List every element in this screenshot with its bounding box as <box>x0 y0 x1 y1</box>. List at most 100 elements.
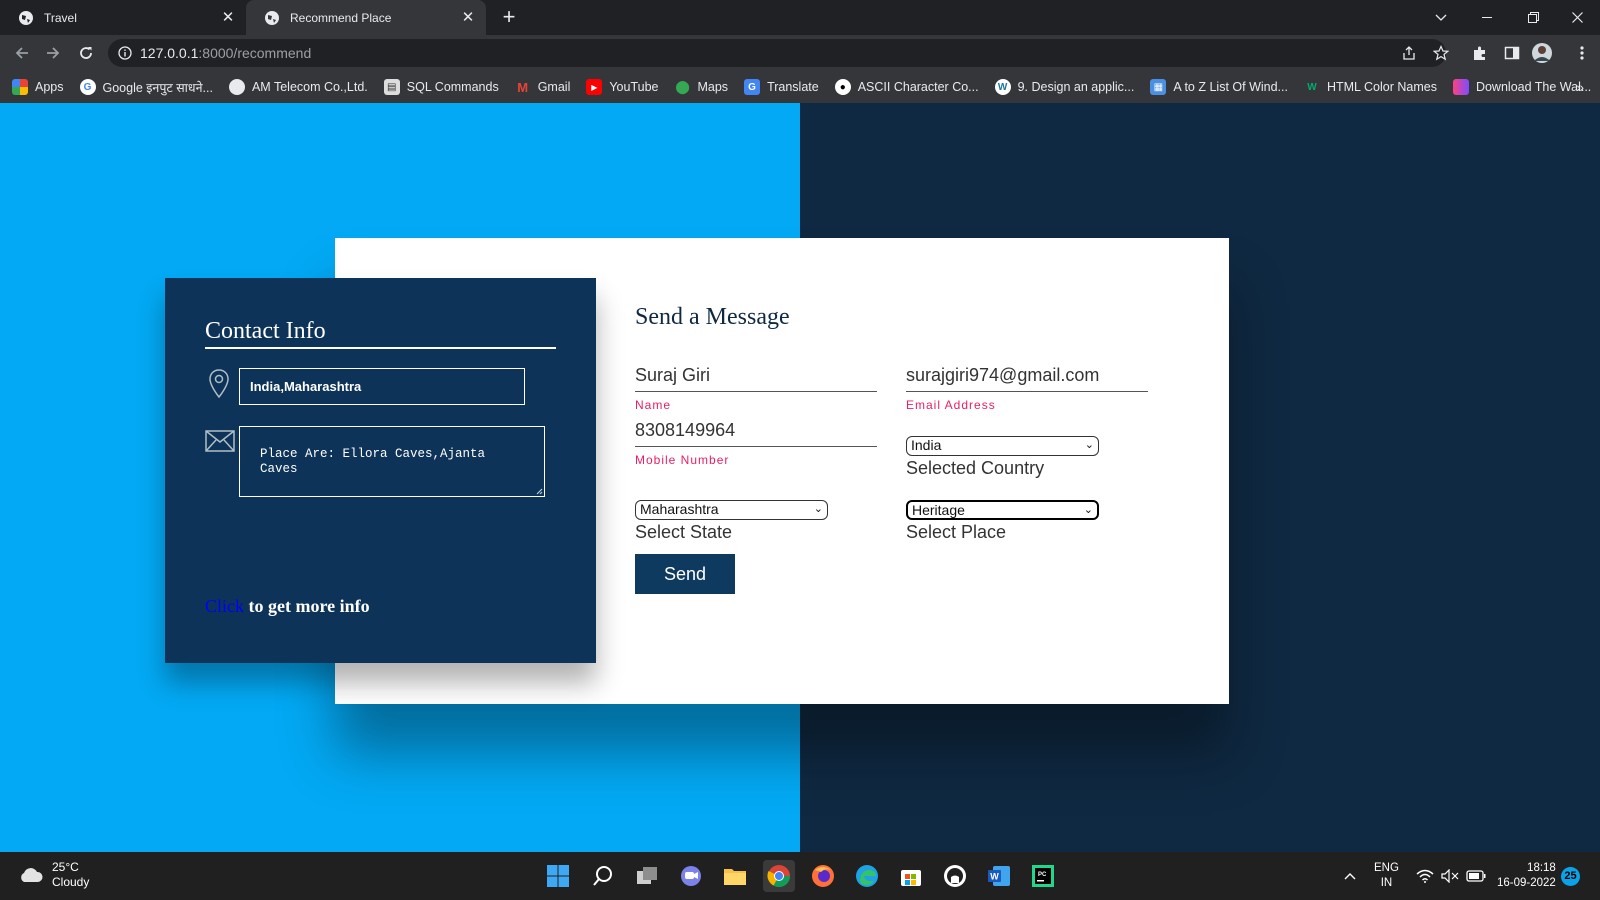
place-textarea[interactable]: Place Are: Ellora Caves,Ajanta Caves <box>239 426 545 497</box>
puzzle-icon <box>1474 46 1485 60</box>
tab-travel[interactable]: Travel ✕ <box>0 0 246 35</box>
chrome-icon <box>767 865 790 887</box>
name-field[interactable]: Suraj Giri Name <box>635 360 877 412</box>
click-link[interactable]: Click <box>205 596 244 616</box>
bookmark-ascii[interactable]: ● ASCII Character Co... <box>834 79 979 95</box>
extensions-button[interactable] <box>1468 41 1492 65</box>
language-indicator[interactable]: ENG IN <box>1374 852 1399 900</box>
tab-recommend-place[interactable]: Recommend Place ✕ <box>246 0 486 35</box>
tab-search-button[interactable] <box>1418 0 1464 35</box>
language-code: ENG <box>1374 862 1399 874</box>
address-bar[interactable]: 127.0.0.1:8000/recommend <box>108 39 1446 67</box>
bookmark-a-to-z[interactable]: ▦ A to Z List Of Wind... <box>1150 79 1288 95</box>
bookmark-translate[interactable]: G Translate <box>744 79 819 95</box>
tray-overflow-button[interactable] <box>1344 852 1356 900</box>
location-input[interactable]: India,Maharashtra <box>239 368 525 405</box>
mobile-input[interactable]: 8308149964 <box>635 415 877 447</box>
tab-title: Recommend Place <box>290 10 392 25</box>
minimize-button[interactable] <box>1464 0 1510 35</box>
place-selected: Heritage <box>912 502 965 518</box>
bookmark-html-colors[interactable]: W HTML Color Names <box>1304 79 1437 95</box>
bookmark-label: Apps <box>35 80 64 94</box>
start-button[interactable] <box>542 860 574 892</box>
profile-button[interactable] <box>1530 41 1554 65</box>
country-select[interactable]: India ⌄ <box>906 436 1099 456</box>
bookmark-design-app[interactable]: W 9. Design an applic... <box>994 79 1134 95</box>
state-select[interactable]: Maharashtra ⌄ <box>635 500 828 520</box>
forward-button[interactable] <box>41 41 65 65</box>
edge-taskbar-button[interactable] <box>851 860 883 892</box>
bookmark-sql-commands[interactable]: ▤ SQL Commands <box>383 79 499 95</box>
volume-status[interactable] <box>1441 852 1459 900</box>
state-caption: Select State <box>635 522 733 542</box>
translate-icon: G <box>744 79 761 95</box>
resize-grip-icon[interactable] <box>535 487 543 495</box>
weather-widget[interactable]: 25°C Cloudy <box>18 860 89 890</box>
bookmark-label: YouTube <box>609 80 659 94</box>
mobile-field[interactable]: 8308149964 Mobile Number <box>635 415 877 467</box>
contact-info-title: Contact Info <box>205 318 556 349</box>
chat-icon <box>681 866 701 886</box>
bookmark-star-button[interactable] <box>1429 41 1453 65</box>
close-icon[interactable]: ✕ <box>220 9 236 26</box>
email-field[interactable]: surajgiri974@gmail.com Email Address <box>906 360 1148 412</box>
chevron-down-icon <box>1435 14 1447 21</box>
avatar <box>1532 43 1552 63</box>
wifi-status[interactable] <box>1416 852 1434 900</box>
side-panel-button[interactable] <box>1500 41 1524 65</box>
svg-text:PC: PC <box>1038 872 1047 878</box>
windows-icon <box>547 865 569 887</box>
restore-icon <box>1527 12 1539 23</box>
pycharm-taskbar-button[interactable]: PC <box>1027 860 1059 892</box>
task-view-button[interactable] <box>631 860 663 892</box>
close-window-button[interactable] <box>1554 0 1600 35</box>
firefox-icon <box>812 865 834 887</box>
new-tab-button[interactable]: + <box>497 6 521 30</box>
store-icon <box>901 870 921 886</box>
teams-chat-button[interactable] <box>675 860 707 892</box>
sql-icon: ▤ <box>383 79 400 95</box>
battery-status[interactable] <box>1466 852 1486 900</box>
bookmark-maps[interactable]: ⬤ Maps <box>674 79 728 95</box>
minimize-icon <box>1482 16 1492 18</box>
place-caption: Select Place <box>906 522 1007 542</box>
info-icon[interactable] <box>118 46 132 60</box>
back-button[interactable] <box>10 41 34 65</box>
taskbar-search-button[interactable] <box>587 860 619 892</box>
browser-menu-button[interactable] <box>1570 41 1594 65</box>
weather-desc: Cloudy <box>52 875 90 889</box>
close-icon[interactable]: ✕ <box>460 9 476 26</box>
place-select[interactable]: Heritage ⌄ <box>906 500 1099 520</box>
bookmark-am-telecom[interactable]: AM Telecom Co.,Ltd. <box>228 79 368 95</box>
share-icon <box>1403 46 1415 60</box>
clock-date: 16-09-2022 <box>1497 877 1556 889</box>
w3-icon: W <box>1307 81 1317 93</box>
bookmark-label: A to Z List Of Wind... <box>1173 80 1288 94</box>
bookmark-gmail[interactable]: M Gmail <box>515 79 570 95</box>
weather-text: 25°C Cloudy <box>52 860 89 890</box>
bookmark-youtube[interactable]: ▶ YouTube <box>586 79 658 95</box>
firefox-taskbar-button[interactable] <box>807 860 839 892</box>
name-input[interactable]: Suraj Giri <box>635 360 877 392</box>
email-input[interactable]: surajgiri974@gmail.com <box>906 360 1148 392</box>
bookmark-apps[interactable]: Apps <box>12 79 64 95</box>
chrome-taskbar-button[interactable] <box>763 860 795 892</box>
bookmark-wallpaper[interactable]: Download The Wal... <box>1452 79 1591 95</box>
word-taskbar-button[interactable]: W <box>983 860 1015 892</box>
file-explorer-button[interactable] <box>719 860 751 892</box>
bookmark-label: SQL Commands <box>406 80 499 94</box>
send-button[interactable]: Send <box>635 554 735 594</box>
restore-button[interactable] <box>1510 0 1556 35</box>
app-taskbar-button[interactable] <box>939 860 971 892</box>
reload-button[interactable] <box>74 41 98 65</box>
mobile-label: Mobile Number <box>635 453 730 467</box>
edge-icon <box>856 865 878 887</box>
clock[interactable]: 18:18 16-09-2022 <box>1497 852 1556 900</box>
tab-strip: Travel ✕ Recommend Place ✕ + <box>0 0 1600 35</box>
notification-badge[interactable]: 25 <box>1561 867 1580 886</box>
folder-icon <box>724 869 746 885</box>
bookmarks-overflow-button[interactable]: » <box>1576 71 1584 103</box>
share-button[interactable] <box>1397 41 1421 65</box>
bookmark-google-input[interactable]: G Google इनपुट साधने... <box>79 79 213 96</box>
store-taskbar-button[interactable] <box>895 860 927 892</box>
